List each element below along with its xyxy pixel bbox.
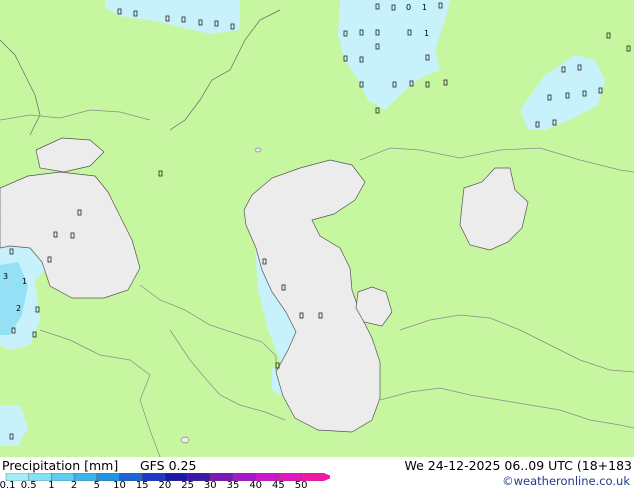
lake xyxy=(180,436,190,444)
model-name: GFS 0.25 xyxy=(140,458,197,473)
lake xyxy=(254,147,262,153)
map-footer: Precipitation [mm] GFS 0.25 We 24-12-202… xyxy=(0,457,634,491)
map-title: Precipitation [mm] xyxy=(2,458,119,473)
precipitation-map: 0 1 2 3 1 1 xyxy=(0,0,634,457)
map-value-label: 1 xyxy=(22,277,27,286)
valid-time: We 24-12-2025 06..09 UTC (18+183 xyxy=(404,458,632,473)
color-scale-arrow xyxy=(323,473,330,481)
site-credit: ©weatheronline.co.uk xyxy=(502,474,630,488)
map-value-label: 1 xyxy=(422,3,427,12)
map-value-label: 2 xyxy=(16,304,21,313)
map-value-label: 0 xyxy=(406,3,411,12)
map-value-label: 1 xyxy=(424,29,429,38)
map-value-label: 3 xyxy=(3,272,8,281)
